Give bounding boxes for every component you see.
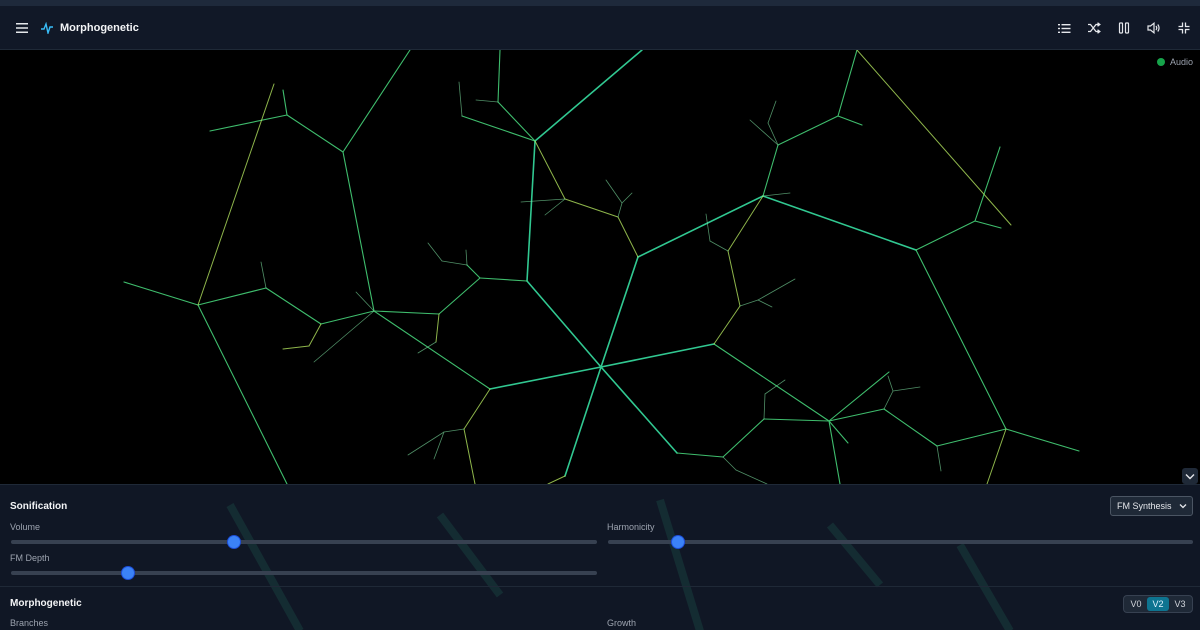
audio-indicator: Audio [1156, 57, 1193, 67]
sonification-title: Sonification [10, 501, 68, 512]
app-header: Morphogenetic [0, 6, 1200, 50]
harmonicity-slider-thumb[interactable] [672, 536, 685, 548]
chevron-down-icon [1179, 504, 1187, 509]
control-panel: Sonification FM Synthesis Volume Harmoni… [0, 484, 1200, 630]
chevron-down-icon [1185, 473, 1195, 479]
volume-slider-thumb[interactable] [227, 536, 240, 548]
fm-depth-slider-thumb[interactable] [122, 567, 135, 579]
harmonicity-label: Harmonicity [607, 522, 655, 532]
version-selector: V0 V2 V3 [1123, 595, 1193, 613]
brand: Morphogenetic [40, 21, 139, 34]
sonification-section: Sonification FM Synthesis Volume Harmoni… [0, 485, 1200, 586]
pause-icon [1118, 22, 1130, 34]
harmonicity-slider[interactable] [608, 536, 1193, 548]
menu-button[interactable] [12, 18, 32, 38]
volume-label: Volume [10, 522, 41, 532]
volume-slider[interactable] [11, 536, 597, 548]
fm-depth-label: FM Depth [10, 553, 50, 563]
synthesis-mode-select[interactable]: FM Synthesis [1110, 496, 1193, 516]
fm-depth-slider[interactable] [11, 567, 597, 579]
audio-label: Audio [1169, 57, 1193, 67]
minimize-button[interactable] [1174, 16, 1194, 40]
header-toolbar [1054, 16, 1194, 40]
audio-status-dot [1156, 58, 1165, 66]
pause-button[interactable] [1114, 16, 1134, 40]
morphogenetic-title: Morphogenetic [10, 598, 82, 609]
shuffle-icon [1088, 22, 1101, 34]
version-v2-button[interactable]: V2 [1147, 597, 1169, 611]
app-title: Morphogenetic [60, 21, 139, 34]
menu-icon [16, 22, 28, 33]
shuffle-button[interactable] [1084, 16, 1104, 40]
growth-label: Growth [607, 618, 637, 628]
list-icon [1057, 23, 1070, 33]
volume-button[interactable] [1144, 16, 1164, 40]
pulse-logo-icon [41, 21, 53, 34]
minimize-icon [1178, 22, 1190, 34]
branches-label: Branches [10, 618, 49, 628]
collapse-panel-button[interactable] [1182, 468, 1198, 484]
volume-icon [1147, 22, 1160, 34]
morphogenetic-canvas[interactable]: Audio [0, 50, 1200, 484]
branch-network [123, 50, 1080, 484]
section-divider [0, 586, 1200, 587]
synthesis-mode-value: FM Synthesis [1117, 501, 1172, 511]
version-v0-button[interactable]: V0 [1125, 597, 1147, 611]
version-v3-button[interactable]: V3 [1169, 597, 1191, 611]
list-button[interactable] [1054, 16, 1074, 40]
